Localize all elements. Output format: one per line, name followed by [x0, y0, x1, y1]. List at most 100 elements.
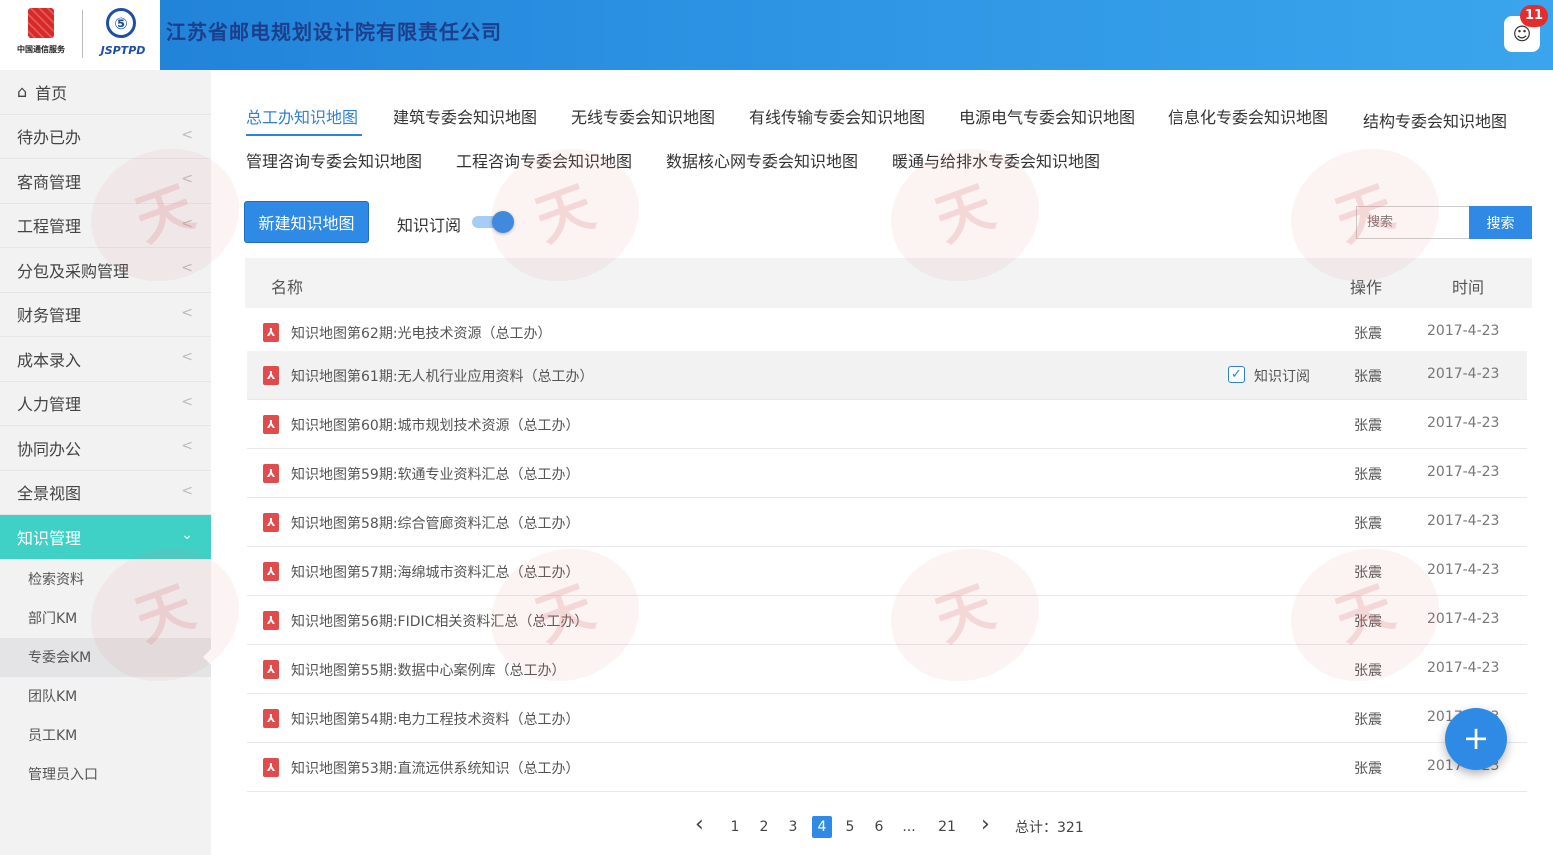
tab-data-core-network[interactable]: 数据核心网专委会知识地图 [666, 148, 858, 172]
sidebar-item-label: 分包及采购管理 [17, 261, 130, 281]
sidebar-item-knowledge[interactable]: 知识管理 ⌄ [0, 515, 211, 560]
sidebar-subitem-dept-km[interactable]: 部门KM [0, 599, 211, 638]
row-subscribe-label[interactable]: 知识订阅 [1254, 366, 1310, 386]
sidebar-subitem-team-km[interactable]: 团队KM [0, 677, 211, 716]
table-row[interactable]: ⅄ 知识地图第54期:电力工程技术资料（总工办） 张震 2017-4-23 [247, 694, 1527, 743]
sidebar-subitem-label: 检索资料 [28, 572, 84, 588]
row-title[interactable]: 知识地图第56期:FIDIC相关资料汇总（总工办） [291, 611, 588, 631]
tab-chief-engineer[interactable]: 总工办知识地图 [246, 104, 358, 128]
sidebar-item-label: 知识管理 [17, 528, 82, 548]
table-row[interactable]: ⅄ 知识地图第55期:数据中心案例库（总工办） 张震 2017-4-23 [247, 645, 1527, 694]
chevron-down-icon: ⌄ [181, 527, 193, 543]
china-comservice-logo[interactable]: 中国通信服务 [10, 6, 72, 64]
row-time: 2017-4-23 [1427, 660, 1500, 676]
row-title[interactable]: 知识地图第62期:光电技术资源（总工办） [291, 323, 552, 343]
top-header: 中国通信服务 ⑤ JSPTPD 江苏省邮电规划设计院有限责任公司 ☺ 11 [0, 0, 1553, 70]
sidebar-item-collab[interactable]: 协同办公 < [0, 426, 211, 471]
table-row[interactable]: ⅄ 知识地图第60期:城市规划技术资源（总工办） 张震 2017-4-23 [247, 400, 1527, 449]
chevron-left-icon[interactable]: ‹ [695, 812, 704, 837]
tab-hvac-plumbing[interactable]: 暖通与给排水专委会知识地图 [892, 148, 1100, 172]
row-operator: 张震 [1354, 761, 1382, 777]
pdf-file-icon: ⅄ [263, 709, 279, 728]
page-button[interactable]: 6 [869, 816, 889, 838]
page-button[interactable]: 3 [783, 816, 803, 838]
chevron-left-icon: < [181, 304, 193, 321]
sidebar-subitem-label: 专委会KM [28, 650, 92, 666]
row-title[interactable]: 知识地图第54期:电力工程技术资料（总工办） [291, 709, 580, 729]
row-title[interactable]: 知识地图第61期:无人机行业应用资料（总工办） [291, 366, 594, 386]
jsptpd-logo[interactable]: ⑤ JSPTPD [92, 6, 154, 64]
sidebar-item-home[interactable]: ⌂ 首页 [0, 70, 211, 115]
page-button[interactable]: 1 [725, 816, 745, 838]
sidebar-item-clients[interactable]: 客商管理 < [0, 159, 211, 204]
table-row[interactable]: ⅄ 知识地图第61期:无人机行业应用资料（总工办） ✓ 知识订阅 张震 2017… [247, 351, 1527, 400]
row-operator: 张震 [1354, 712, 1382, 728]
page-button[interactable]: 21 [937, 816, 957, 838]
tab-architecture[interactable]: 建筑专委会知识地图 [393, 104, 537, 128]
sidebar-subitem-label: 部门KM [28, 611, 78, 627]
tab-engineering-consulting[interactable]: 工程咨询专委会知识地图 [456, 148, 632, 172]
search-button[interactable]: 搜索 [1469, 206, 1532, 239]
chevron-right-icon[interactable]: › [981, 812, 990, 837]
row-title[interactable]: 知识地图第57期:海绵城市资料汇总（总工办） [291, 562, 580, 582]
sidebar-item-todo[interactable]: 待办已办 < [0, 115, 211, 159]
sidebar-item-label: 财务管理 [17, 306, 82, 326]
table-row[interactable]: ⅄ 知识地图第59期:软通专业资料汇总（总工办） 张震 2017-4-23 [247, 449, 1527, 498]
subscribe-toggle[interactable] [472, 211, 514, 233]
page-button[interactable]: 2 [754, 816, 774, 838]
sidebar-item-projects[interactable]: 工程管理 < [0, 204, 211, 248]
sidebar-subitem-search[interactable]: 检索资料 [0, 560, 211, 599]
sidebar-subitem-staff-km[interactable]: 员工KM [0, 716, 211, 755]
row-time: 2017-4-23 [1427, 366, 1500, 382]
chevron-left-icon: < [181, 260, 193, 276]
add-fab-button[interactable]: + [1445, 708, 1507, 770]
chevron-left-icon: < [181, 126, 193, 143]
table-row[interactable]: ⅄ 知识地图第53期:直流远供系统知识（总工办） 张震 2017-4-23 [247, 743, 1527, 792]
row-title[interactable]: 知识地图第55期:数据中心案例库（总工办） [291, 660, 566, 680]
row-title[interactable]: 知识地图第59期:软通专业资料汇总（总工办） [291, 464, 580, 484]
sidebar-item-label: 待办已办 [17, 128, 82, 148]
table-row[interactable]: ⅄ 知识地图第57期:海绵城市资料汇总（总工办） 张震 2017-4-23 [247, 547, 1527, 596]
search-input[interactable] [1356, 206, 1469, 239]
main-content: 总工办知识地图 建筑专委会知识地图 无线专委会知识地图 有线传输专委会知识地图 … [211, 70, 1553, 855]
row-title[interactable]: 知识地图第60期:城市规划技术资源（总工办） [291, 415, 580, 435]
sidebar-item-finance[interactable]: 财务管理 < [0, 293, 211, 337]
tab-wireless[interactable]: 无线专委会知识地图 [571, 104, 715, 128]
sidebar-item-label: 工程管理 [17, 217, 82, 237]
sidebar-item-hr[interactable]: 人力管理 < [0, 382, 211, 426]
page-button-current[interactable]: 4 [812, 816, 832, 838]
sidebar-item-label: 成本录入 [17, 350, 82, 370]
tab-wired-transmission[interactable]: 有线传输专委会知识地图 [749, 104, 925, 128]
pagination: ‹ 1 2 3 4 5 6 ... 21 › 总计：321 [211, 812, 1553, 842]
active-tab-indicator [246, 134, 362, 136]
tab-power-electrical[interactable]: 电源电气专委会知识地图 [959, 104, 1135, 128]
row-time: 2017-4-23 [1427, 415, 1500, 431]
sidebar-item-cost[interactable]: 成本录入 < [0, 337, 211, 382]
tab-informatization[interactable]: 信息化专委会知识地图 [1168, 104, 1328, 128]
pdf-file-icon: ⅄ [263, 415, 279, 434]
tab-structure[interactable]: 结构专委会知识地图 [1363, 108, 1507, 132]
table-row[interactable]: ⅄ 知识地图第56期:FIDIC相关资料汇总（总工办） 张震 2017-4-23 [247, 596, 1527, 645]
sidebar-item-procurement[interactable]: 分包及采购管理 < [0, 248, 211, 293]
chevron-left-icon: < [181, 482, 193, 499]
row-title[interactable]: 知识地图第53期:直流远供系统知识（总工办） [291, 758, 580, 778]
pagination-total: 总计：321 [1015, 820, 1084, 836]
sidebar-item-overview[interactable]: 全景视图 < [0, 471, 211, 515]
page-button[interactable]: 5 [840, 816, 860, 838]
table-row[interactable]: ⅄ 知识地图第62期:光电技术资源（总工办） 张震 2017-4-23 [247, 308, 1527, 357]
table-row[interactable]: ⅄ 知识地图第58期:综合管廊资料汇总（总工办） 张震 2017-4-23 [247, 498, 1527, 547]
chevron-left-icon: < [181, 349, 193, 365]
sidebar-item-label: 全景视图 [17, 484, 82, 504]
row-operator: 张震 [1354, 516, 1382, 532]
china-comservice-logo-mark [28, 8, 54, 38]
sidebar-subitem-admin[interactable]: 管理员入口 [0, 755, 211, 794]
subscribe-checkbox[interactable]: ✓ [1228, 366, 1245, 383]
logo-area: 中国通信服务 ⑤ JSPTPD [0, 0, 160, 70]
tab-management-consulting[interactable]: 管理咨询专委会知识地图 [246, 148, 422, 172]
notification-badge[interactable]: 11 [1520, 5, 1549, 27]
row-title[interactable]: 知识地图第58期:综合管廊资料汇总（总工办） [291, 513, 580, 533]
pdf-file-icon: ⅄ [263, 758, 279, 777]
new-knowledge-map-button[interactable]: 新建知识地图 [244, 201, 369, 243]
row-operator: 张震 [1354, 418, 1382, 434]
sidebar-subitem-committee-km[interactable]: 专委会KM [0, 637, 211, 677]
